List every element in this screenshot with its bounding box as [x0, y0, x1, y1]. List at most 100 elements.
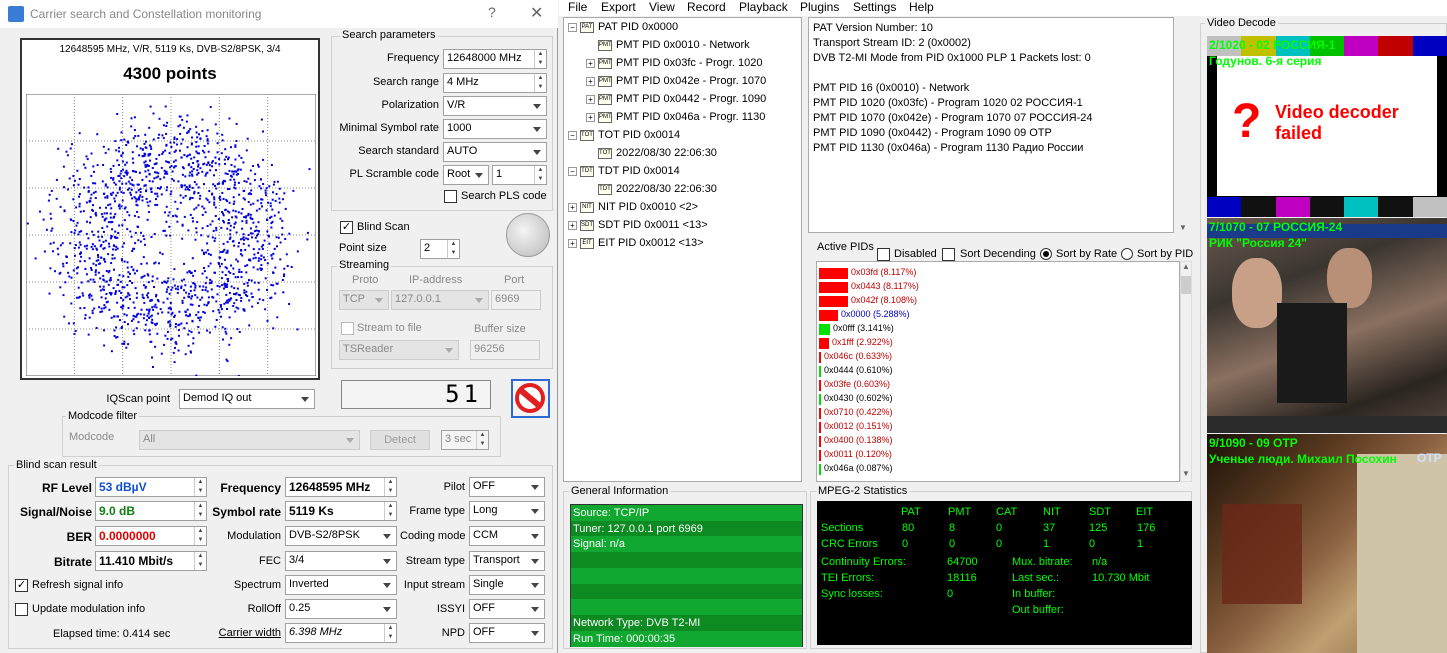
expand-toggle-icon[interactable]: + — [586, 94, 595, 104]
info-scrollbar[interactable]: ▼ — [1178, 17, 1190, 233]
scroll-down-icon[interactable]: ▼ — [1179, 223, 1187, 232]
spin-arrows-icon[interactable]: ▲ ▼ — [534, 50, 546, 68]
search-standard-select[interactable]: AUTO — [443, 142, 547, 162]
expand-toggle-icon[interactable]: − — [568, 166, 577, 176]
tree-node[interactable]: + PMT PMT PID 0x0442 - Progr. 1090 — [586, 90, 766, 108]
video-panel-1[interactable]: ? Video decoder failed 2/1020 - 02 РОССИ… — [1207, 36, 1447, 217]
pid-row[interactable]: 0x0fff (3.141%) — [817, 322, 1177, 336]
pid-row[interactable]: 0x0710 (0.422%) — [817, 406, 1177, 420]
stream-type-select[interactable]: Transport — [469, 551, 545, 571]
tree-node[interactable]: + NIT NIT PID 0x0010 <2> — [568, 198, 698, 216]
scroll-down-icon[interactable]: ▼ — [1182, 469, 1190, 478]
pid-row[interactable]: 0x1fff (2.922%) — [817, 336, 1177, 350]
pid-row[interactable]: 0x0400 (0.138%) — [817, 434, 1177, 448]
pid-row[interactable]: 0x042f (8.108%) — [817, 294, 1177, 308]
spin-arrows-icon[interactable]: ▲ ▼ — [534, 166, 546, 184]
tree-node[interactable]: + PMT PMT PID 0x046a - Progr. 1130 — [586, 108, 765, 126]
tree-node[interactable]: + PMT PMT PID 0x03fc - Progr. 1020 — [586, 54, 763, 72]
tree-node[interactable]: + SDT SDT PID 0x0011 <13> — [568, 216, 708, 234]
pids-scrollbar[interactable]: ▲ ▼ — [1180, 261, 1192, 482]
ip-select[interactable]: 127.0.0.1 — [391, 290, 489, 310]
frequency-input[interactable]: 12648000 MHz ▲ ▼ — [443, 49, 547, 69]
scroll-up-icon[interactable]: ▲ — [1182, 262, 1190, 271]
pid-tree[interactable]: − PAT PAT PID 0x0000 PMT PMT PID 0x0010 - Ne… — [563, 17, 802, 482]
pilot-select[interactable]: OFF — [469, 477, 545, 497]
tree-node[interactable]: − TOT TOT PID 0x0014 — [568, 126, 680, 144]
modulation-select[interactable]: DVB-S2/8PSK — [285, 526, 397, 546]
expand-toggle-icon[interactable]: + — [568, 220, 577, 230]
reader-select[interactable]: TSReader — [339, 340, 459, 360]
close-button[interactable]: ✕ — [530, 3, 543, 23]
stream-to-file-checkbox[interactable] — [341, 322, 354, 335]
expand-toggle-icon[interactable]: − — [568, 22, 577, 32]
menu-playback[interactable]: Playback — [739, 0, 788, 16]
blind-scan-checkbox[interactable]: ✓ — [340, 221, 353, 234]
tree-node[interactable]: PMT PMT PID 0x0010 - Network — [586, 36, 750, 54]
menu-record[interactable]: Record — [687, 0, 726, 16]
pid-row[interactable]: 0x046a (0.087%) — [817, 462, 1177, 476]
expand-toggle-icon[interactable]: + — [586, 112, 595, 122]
modcode-select[interactable]: All — [139, 430, 360, 450]
refresh-signal-checkbox[interactable]: ✓ — [15, 579, 28, 592]
spectrum-select[interactable]: Inverted — [285, 575, 397, 595]
pid-row[interactable]: 0x0430 (0.602%) — [817, 392, 1177, 406]
video-panel-3[interactable]: 9/1090 - 09 ОТР Ученые люди. Михаил Посо… — [1207, 434, 1447, 653]
pid-row[interactable]: 0x0011 (0.120%) — [817, 448, 1177, 462]
tree-node[interactable]: − PAT PAT PID 0x0000 — [568, 18, 678, 36]
spin-arrows-icon[interactable]: ▲ ▼ — [447, 240, 459, 258]
blind-scan-icon[interactable] — [506, 213, 550, 257]
pid-row[interactable]: 0x0444 (0.610%) — [817, 364, 1177, 378]
pl-scramble-value[interactable]: 1 ▲ ▼ — [492, 165, 547, 185]
expand-toggle-icon[interactable]: + — [568, 238, 577, 248]
coding-mode-select[interactable]: CCM — [469, 526, 545, 546]
tree-node[interactable]: TDT 2022/08/30 22:06:30 — [586, 180, 717, 198]
point-size-input[interactable]: 2 ▲ ▼ — [420, 239, 460, 259]
expand-toggle-icon[interactable]: + — [586, 76, 595, 86]
video-panel-2[interactable]: 7/1070 - 07 РОССИЯ-24 РИК "Россия 24" — [1207, 218, 1447, 433]
pid-row[interactable]: 0x0012 (0.151%) — [817, 420, 1177, 434]
menu-plugins[interactable]: Plugins — [800, 0, 839, 16]
expand-toggle-icon[interactable]: + — [586, 58, 595, 68]
expand-toggle-icon[interactable]: + — [568, 202, 577, 212]
carrier-width-label[interactable]: Carrier width — [210, 627, 281, 639]
fec-select[interactable]: 3/4 — [285, 551, 397, 571]
pl-scramble-mode-select[interactable]: Root — [443, 165, 489, 185]
menu-file[interactable]: File — [568, 0, 587, 16]
input-stream-select[interactable]: Single — [469, 575, 545, 595]
spin-arrows-icon[interactable]: ▲ ▼ — [476, 431, 488, 449]
active-pids-list[interactable]: 0x03fd (8.117%) 0x0443 (8.117%) 0x042f (8.… — [816, 261, 1180, 482]
port-input[interactable]: 6969 — [491, 290, 541, 310]
detect-button[interactable]: Detect — [370, 430, 430, 450]
frame-type-select[interactable]: Long — [469, 501, 545, 521]
search-range-input[interactable]: 4 MHz ▲ ▼ — [443, 73, 547, 93]
tree-node[interactable]: − TDT TDT PID 0x0014 — [568, 162, 680, 180]
menu-settings[interactable]: Settings — [853, 0, 896, 16]
sort-rate-radio[interactable] — [1040, 248, 1052, 260]
disabled-checkbox[interactable] — [877, 248, 890, 261]
menu-help[interactable]: Help — [909, 0, 934, 16]
tree-node[interactable]: + EIT EIT PID 0x0012 <13> — [568, 234, 704, 252]
detect-time-input[interactable]: 3 sec ▲ ▼ — [441, 430, 489, 450]
buffer-size-input[interactable]: 96256 — [470, 340, 540, 360]
sort-pid-radio[interactable] — [1121, 248, 1133, 260]
pid-row[interactable]: 0x046c (0.633%) — [817, 350, 1177, 364]
npd-select[interactable]: OFF — [469, 623, 545, 643]
rolloff-select[interactable]: 0.25 — [285, 599, 397, 619]
search-pls-checkbox[interactable] — [444, 190, 457, 203]
iqscan-select[interactable]: Demod IQ out — [179, 389, 315, 409]
pid-row[interactable]: 0x0000 (5.288%) — [817, 308, 1177, 322]
expand-toggle-icon[interactable]: − — [568, 130, 577, 140]
pid-row[interactable]: 0x0443 (8.117%) — [817, 280, 1177, 294]
spin-arrows-icon[interactable]: ▲ ▼ — [534, 74, 546, 92]
proto-select[interactable]: TCP — [339, 290, 389, 310]
update-modulation-checkbox[interactable] — [15, 603, 28, 616]
min-symbol-rate-select[interactable]: 1000 — [443, 119, 547, 139]
menu-export[interactable]: Export — [601, 0, 636, 16]
stop-button[interactable] — [511, 379, 550, 418]
menu-view[interactable]: View — [649, 0, 675, 16]
pid-row[interactable]: 0x03fd (8.117%) — [817, 266, 1177, 280]
tree-node[interactable]: TOT 2022/08/30 22:06:30 — [586, 144, 717, 162]
help-button[interactable]: ? — [488, 4, 496, 20]
tree-node[interactable]: + PMT PMT PID 0x042e - Progr. 1070 — [586, 72, 766, 90]
issyi-select[interactable]: OFF — [469, 599, 545, 619]
